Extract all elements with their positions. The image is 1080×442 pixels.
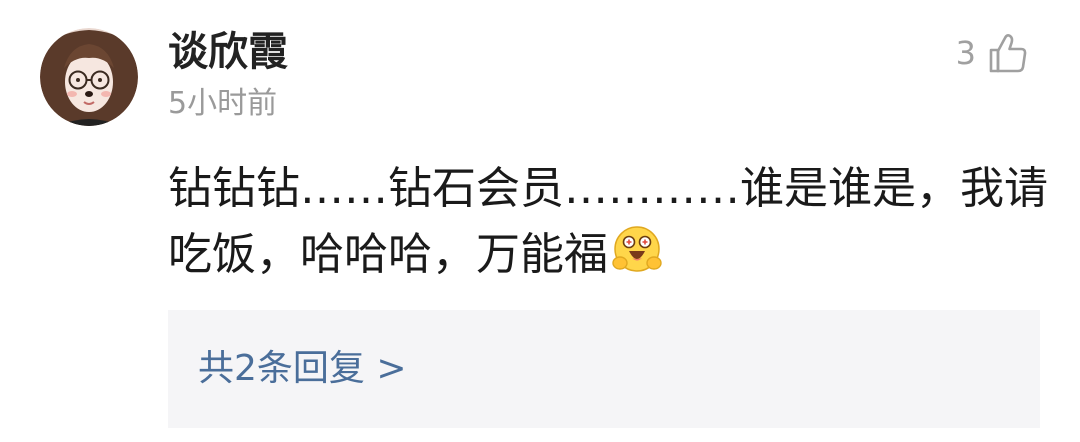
comment-timestamp: 5小时前 <box>168 86 278 121</box>
like-button[interactable]: 3 <box>956 30 1028 76</box>
comment-text: 钻钻钻……钻石会员…………谁是谁是，我请吃饭，哈哈哈，万能福 <box>168 156 1048 288</box>
replies-panel[interactable]: 共2条回复 > <box>168 310 1040 428</box>
username[interactable]: 谈欣霞 <box>168 26 288 78</box>
view-replies-link[interactable]: 共2条回复 > <box>198 346 407 392</box>
comment-item: 谈欣霞 5小时前 3 钻钻钻……钻石会员…………谁是谁是，我请吃饭，哈哈哈，万能… <box>0 0 1080 442</box>
like-count: 3 <box>955 34 976 72</box>
hugging-face-emoji <box>612 226 662 272</box>
comment-text-body: 钻钻钻……钻石会员…………谁是谁是，我请吃饭，哈哈哈，万能福 <box>168 163 1048 280</box>
avatar-image <box>40 28 138 126</box>
thumbs-up-icon <box>989 34 1027 73</box>
avatar[interactable] <box>40 28 138 126</box>
